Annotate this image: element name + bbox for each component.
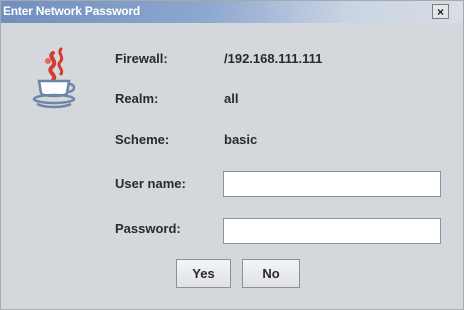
password-input[interactable] <box>223 218 441 244</box>
no-button[interactable]: No <box>242 259 300 288</box>
username-label: User name: <box>115 176 186 191</box>
realm-value: all <box>224 91 239 106</box>
scheme-label: Scheme: <box>115 132 170 147</box>
firewall-value: /192.168.111.111 <box>224 51 323 66</box>
realm-label: Realm: <box>115 91 159 106</box>
window-title: Enter Network Password <box>3 4 140 18</box>
title-bar[interactable]: Enter Network Password × <box>1 1 463 23</box>
close-button[interactable]: × <box>432 4 449 19</box>
password-label: Password: <box>115 221 181 236</box>
network-password-dialog: Enter Network Password × Firewall: /192.… <box>0 0 464 310</box>
java-cup-icon <box>32 47 76 109</box>
close-icon: × <box>436 4 444 19</box>
username-input[interactable] <box>223 171 441 197</box>
scheme-value: basic <box>224 132 258 147</box>
firewall-label: Firewall: <box>115 51 168 66</box>
yes-button[interactable]: Yes <box>176 259 231 288</box>
